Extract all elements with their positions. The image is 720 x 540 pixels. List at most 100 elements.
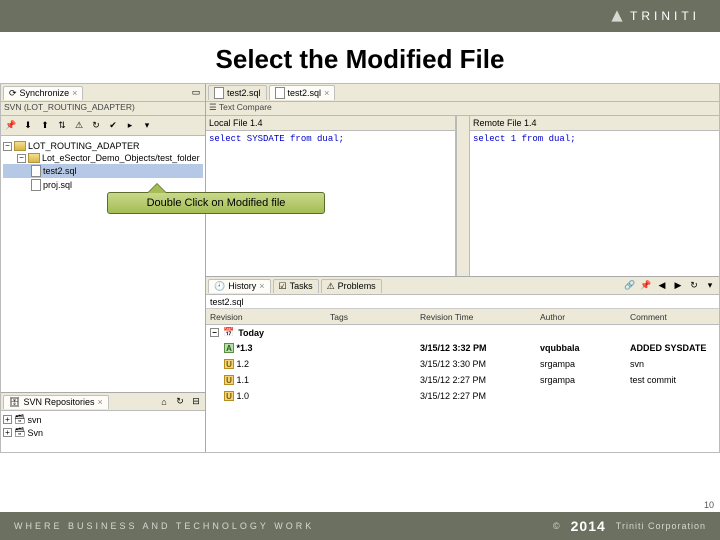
- close-icon[interactable]: ×: [324, 88, 329, 98]
- repo-item1-label: svn: [27, 415, 41, 425]
- slide-title: Select the Modified File: [0, 32, 720, 83]
- history-group-today[interactable]: − 📅 Today: [206, 325, 719, 340]
- collapse-all-icon[interactable]: ⊟: [189, 395, 203, 409]
- calendar-icon: 📅: [223, 327, 234, 338]
- col-tags[interactable]: Tags: [326, 312, 416, 322]
- file-icon: [31, 179, 41, 191]
- file-icon: [31, 165, 41, 177]
- twisty-plus-icon[interactable]: +: [3, 415, 12, 424]
- sql-file-icon: [275, 87, 285, 99]
- close-icon[interactable]: ×: [259, 281, 264, 291]
- conflicts-icon[interactable]: ⚠: [72, 119, 86, 133]
- incoming-icon[interactable]: ⬇: [21, 119, 35, 133]
- project-icon: [14, 141, 26, 151]
- twisty-plus-icon[interactable]: +: [3, 428, 12, 437]
- remote-pane-title: Remote File 1.4: [470, 116, 719, 131]
- repo-item2-label: Svn: [27, 428, 43, 438]
- page-number: 10: [704, 500, 714, 510]
- tree-file[interactable]: proj.sql: [3, 178, 203, 192]
- history-pane: 🕘 History × ☑ Tasks ⚠ Problems 🔗 📌 ◀ ▶: [206, 276, 719, 452]
- repo-icon: 🗄: [9, 397, 20, 408]
- tree-file1-label: test2.sql: [43, 166, 77, 176]
- tab-tasks[interactable]: ☑ Tasks: [273, 279, 319, 293]
- refresh-icon[interactable]: ↻: [687, 279, 701, 293]
- col-author[interactable]: Author: [536, 312, 626, 322]
- pin-icon[interactable]: 📌: [639, 279, 653, 293]
- tab-synchronize[interactable]: ⟳ Synchronize ×: [3, 86, 83, 100]
- nav-fwd-icon[interactable]: ▶: [671, 279, 685, 293]
- history-row[interactable]: U 1.23/15/12 3:30 PMsrgampasvn: [206, 356, 719, 372]
- tab-editor-2[interactable]: test2.sql ×: [269, 85, 336, 100]
- col-time[interactable]: Revision Time: [416, 312, 536, 322]
- view-menu-icons: ▭: [189, 86, 203, 100]
- home-icon[interactable]: ⌂: [157, 395, 171, 409]
- remote-sql-text[interactable]: select 1 from dual;: [470, 131, 719, 276]
- twisty-minus-icon[interactable]: −: [17, 154, 26, 163]
- twisty-minus-icon[interactable]: −: [210, 328, 219, 337]
- collapse-icon[interactable]: ▾: [140, 119, 154, 133]
- compare-icon: ☰: [209, 102, 217, 112]
- history-row[interactable]: A *1.33/15/12 3:32 PMvqubbalaADDED SYSDA…: [206, 340, 719, 356]
- tree-folder[interactable]: − Lot_eSector_Demo_Objects/test_folder: [3, 152, 203, 164]
- brand-logo: TRINITI: [610, 9, 700, 23]
- pin-icon[interactable]: 📌: [4, 119, 18, 133]
- tab-history[interactable]: 🕘 History ×: [208, 279, 271, 293]
- tab-svn-repositories[interactable]: 🗄 SVN Repositories ×: [3, 395, 109, 409]
- tree-root[interactable]: − LOT_ROUTING_ADAPTER: [3, 140, 203, 152]
- mode-icon[interactable]: ▾: [703, 279, 717, 293]
- editor-tab-row: test2.sql test2.sql ×: [206, 84, 719, 102]
- update-icon[interactable]: ↻: [89, 119, 103, 133]
- footer-year: 2014: [571, 518, 606, 534]
- rev-status-icon: U: [224, 391, 234, 401]
- tree-folder-label: Lot_eSector_Demo_Objects/test_folder: [42, 153, 200, 163]
- ide-window: ⟳ Synchronize × ▭ SVN (LOT_ROUTING_ADAPT…: [0, 83, 720, 453]
- folder-icon: [28, 153, 40, 163]
- tab-editor1-label: test2.sql: [227, 88, 261, 98]
- tree-file2-label: proj.sql: [43, 180, 72, 190]
- sql-file-icon: [214, 87, 224, 99]
- tab-problems[interactable]: ⚠ Problems: [321, 279, 382, 293]
- history-icon: 🕘: [214, 281, 225, 292]
- expand-icon[interactable]: ▸: [123, 119, 137, 133]
- history-row[interactable]: U 1.13/15/12 2:27 PMsrgampatest commit: [206, 372, 719, 388]
- right-column: test2.sql test2.sql × ☰ Text Compare Loc…: [206, 84, 719, 452]
- commit-icon[interactable]: ✔: [106, 119, 120, 133]
- tree-file-modified[interactable]: test2.sql: [3, 164, 203, 178]
- link-editor-icon[interactable]: 🔗: [623, 279, 637, 293]
- db-icon: 🗃: [14, 427, 25, 438]
- compare-title-label: Text Compare: [219, 102, 272, 112]
- repos-body: + 🗃 svn + 🗃 Svn: [1, 411, 205, 452]
- sync-toolbar: 📌 ⬇ ⬆ ⇅ ⚠ ↻ ✔ ▸ ▾: [1, 116, 205, 136]
- tab-synchronize-label: Synchronize: [20, 88, 70, 98]
- left-column: ⟳ Synchronize × ▭ SVN (LOT_ROUTING_ADAPT…: [1, 84, 206, 452]
- twisty-minus-icon[interactable]: −: [3, 142, 12, 151]
- db-icon: 🗃: [14, 414, 25, 425]
- tab-editor-1[interactable]: test2.sql: [208, 85, 267, 100]
- tab-svn-repos-label: SVN Repositories: [23, 397, 94, 407]
- tab-editor2-label: test2.sql: [288, 88, 322, 98]
- history-row[interactable]: U 1.03/15/12 2:27 PM: [206, 388, 719, 404]
- sync-scope-label: SVN (LOT_ROUTING_ADAPTER): [1, 102, 205, 116]
- tab-history-label: History: [228, 281, 256, 291]
- col-revision[interactable]: Revision: [206, 312, 326, 322]
- nav-back-icon[interactable]: ◀: [655, 279, 669, 293]
- rev-status-icon: A: [224, 343, 234, 353]
- both-icon[interactable]: ⇅: [55, 119, 69, 133]
- callout-text: Double Click on Modified file: [147, 197, 286, 209]
- minimize-icon[interactable]: ▭: [189, 86, 203, 100]
- close-icon[interactable]: ×: [97, 397, 102, 407]
- rev-status-icon: U: [224, 359, 234, 369]
- history-tab-row: 🕘 History × ☑ Tasks ⚠ Problems 🔗 📌 ◀ ▶: [206, 277, 719, 295]
- repo-item[interactable]: + 🗃 Svn: [3, 426, 203, 439]
- history-file-label: test2.sql: [206, 295, 719, 309]
- col-comment[interactable]: Comment: [626, 312, 719, 322]
- footer-band: WHERE BUSINESS AND TECHNOLOGY WORK © 201…: [0, 512, 720, 540]
- triangle-icon: [610, 9, 624, 23]
- local-pane-title: Local File 1.4: [206, 116, 455, 131]
- outgoing-icon[interactable]: ⬆: [38, 119, 52, 133]
- refresh-icon[interactable]: ↻: [173, 395, 187, 409]
- close-icon[interactable]: ×: [72, 88, 77, 98]
- callout-double-click: Double Click on Modified file: [107, 192, 325, 214]
- history-group-label: Today: [238, 328, 264, 338]
- repo-item[interactable]: + 🗃 svn: [3, 413, 203, 426]
